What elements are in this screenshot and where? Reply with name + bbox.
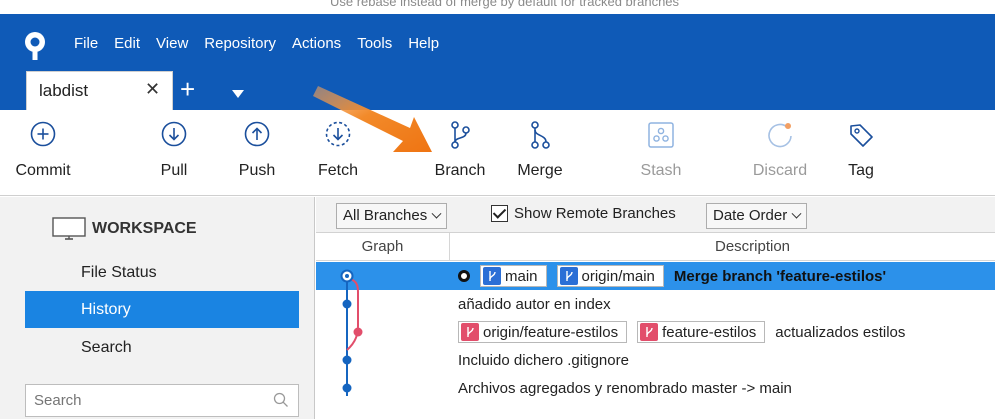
branches-dropdown[interactable]: All Branches <box>336 203 448 229</box>
discard-button[interactable]: Discard <box>735 110 825 196</box>
merge-button[interactable]: Merge <box>495 110 585 196</box>
commit-message: actualizados estilos <box>775 323 906 341</box>
sidebar-item-history[interactable]: History <box>25 291 299 328</box>
commit-label: Commit <box>15 162 71 179</box>
sidebar-search-box <box>25 384 299 417</box>
discard-label: Discard <box>752 162 808 179</box>
graph-feature-line <box>346 277 359 351</box>
stash-label: Stash <box>640 162 682 179</box>
branches-dropdown-value: All Branches <box>343 207 428 224</box>
app-window: Use rebase instead of merge by default f… <box>0 0 995 419</box>
commit-button[interactable]: Commit <box>0 110 88 196</box>
commit-message: Incluido dichero .gitignore <box>458 351 629 369</box>
graph-node <box>342 299 352 309</box>
show-remote-branches-label: Show Remote Branches <box>514 205 676 222</box>
branch-badge-label: main <box>505 267 538 285</box>
graph-node <box>342 383 352 393</box>
merge-icon <box>531 121 550 149</box>
branch-badge-label: origin/main <box>581 267 655 285</box>
commit-message: Merge branch 'feature-estilos' <box>673 267 887 285</box>
menu-tools[interactable]: Tools <box>349 32 400 55</box>
sidebar-item-search[interactable]: Search <box>25 329 299 366</box>
menu-help[interactable]: Help <box>400 32 447 55</box>
branch-icon <box>640 323 659 341</box>
commit-message: Archivos agregados y renombrado master -… <box>458 379 792 397</box>
fetch-button[interactable]: Fetch <box>293 110 383 196</box>
tag-button[interactable]: Tag <box>816 110 906 196</box>
toolbar: Commit Pull Push Fetch Branch Merge Stas… <box>0 110 995 196</box>
chevron-down-icon <box>791 208 802 219</box>
sourcetree-logo-icon <box>25 32 45 60</box>
merge-label: Merge <box>517 162 563 179</box>
branch-label: Branch <box>434 162 486 179</box>
tab-close-icon[interactable]: ✕ <box>145 79 160 100</box>
description-column-header[interactable]: Description <box>450 233 995 261</box>
branch-badge-label: feature-estilos <box>662 323 757 341</box>
graph-node <box>342 355 352 365</box>
show-remote-branches-checkbox[interactable]: Show Remote Branches <box>491 205 676 222</box>
stash-button[interactable]: Stash <box>616 110 706 196</box>
workspace-header[interactable]: WORKSPACE <box>52 217 197 241</box>
discard-icon <box>768 123 792 148</box>
pull-label: Pull <box>160 162 188 179</box>
graph-head-node-center <box>345 274 349 278</box>
repo-tab-label: labdist <box>39 81 89 100</box>
monitor-icon <box>52 217 86 240</box>
menu-bar: File Edit View Repository Actions Tools … <box>66 32 447 55</box>
commit-description: Incluido dichero .gitignore <box>458 346 629 374</box>
stash-box-icon <box>648 122 674 148</box>
head-indicator-icon <box>458 270 470 282</box>
push-button[interactable]: Push <box>212 110 302 196</box>
menu-actions[interactable]: Actions <box>284 32 349 55</box>
menu-file[interactable]: File <box>66 32 106 55</box>
branch-badge[interactable]: feature-estilos <box>637 321 766 343</box>
branch-badge[interactable]: origin/feature-estilos <box>458 321 628 343</box>
commit-plus-icon <box>30 121 56 147</box>
pull-button[interactable]: Pull <box>129 110 219 196</box>
sidebar: WORKSPACE File Status History Search <box>0 197 315 419</box>
branch-badge[interactable]: main <box>480 265 547 287</box>
branch-badge[interactable]: origin/main <box>556 265 664 287</box>
workspace-label: WORKSPACE <box>92 220 197 237</box>
branch-badge-label: origin/feature-estilos <box>483 323 619 341</box>
commit-message: añadido autor en index <box>458 295 611 313</box>
fetch-dotted-arrow-icon <box>325 121 351 147</box>
checkbox-checked-icon[interactable] <box>491 205 508 222</box>
tag-icon <box>850 124 873 147</box>
branch-icon <box>483 267 501 285</box>
order-dropdown[interactable]: Date Order <box>706 203 808 229</box>
history-filter-bar: All Branches Show Remote Branches Date O… <box>316 197 995 233</box>
chevron-down-icon <box>431 208 442 219</box>
push-arrow-up-icon <box>244 121 270 147</box>
title-bar: File Edit View Repository Actions Tools … <box>0 14 995 111</box>
graph-column-header[interactable]: Graph <box>316 233 450 261</box>
commit-graph <box>340 269 363 396</box>
push-label: Push <box>238 162 276 179</box>
commit-description: añadido autor en index <box>458 290 611 318</box>
branch-icon <box>559 267 578 285</box>
tag-label: Tag <box>848 162 874 179</box>
tab-dropdown-icon[interactable] <box>232 90 244 98</box>
search-icon[interactable] <box>272 391 290 409</box>
sidebar-item-file-status[interactable]: File Status <box>25 254 299 291</box>
sidebar-search-input[interactable] <box>34 392 254 409</box>
commit-description: Archivos agregados y renombrado master -… <box>458 374 792 402</box>
order-dropdown-value: Date Order <box>713 207 788 224</box>
fetch-label: Fetch <box>317 162 358 179</box>
commit-description: main origin/main Merge branch 'feature-e… <box>458 262 886 290</box>
menu-edit[interactable]: Edit <box>106 32 148 55</box>
graph-node <box>353 327 363 337</box>
pull-arrow-down-icon <box>161 121 187 147</box>
background-text: Use rebase instead of merge by default f… <box>330 0 680 9</box>
commit-description: origin/feature-estilos feature-estilos a… <box>458 318 905 346</box>
menu-repository[interactable]: Repository <box>196 32 284 55</box>
history-pane: All Branches Show Remote Branches Date O… <box>316 197 995 419</box>
repo-tab[interactable]: labdist ✕ <box>26 71 173 111</box>
branch-icon <box>461 323 479 341</box>
menu-view[interactable]: View <box>148 32 196 55</box>
new-tab-plus-icon[interactable]: + <box>180 74 195 104</box>
column-headers: Graph Description <box>316 233 995 261</box>
branch-button[interactable]: Branch <box>415 110 505 196</box>
branch-icon <box>451 121 470 149</box>
